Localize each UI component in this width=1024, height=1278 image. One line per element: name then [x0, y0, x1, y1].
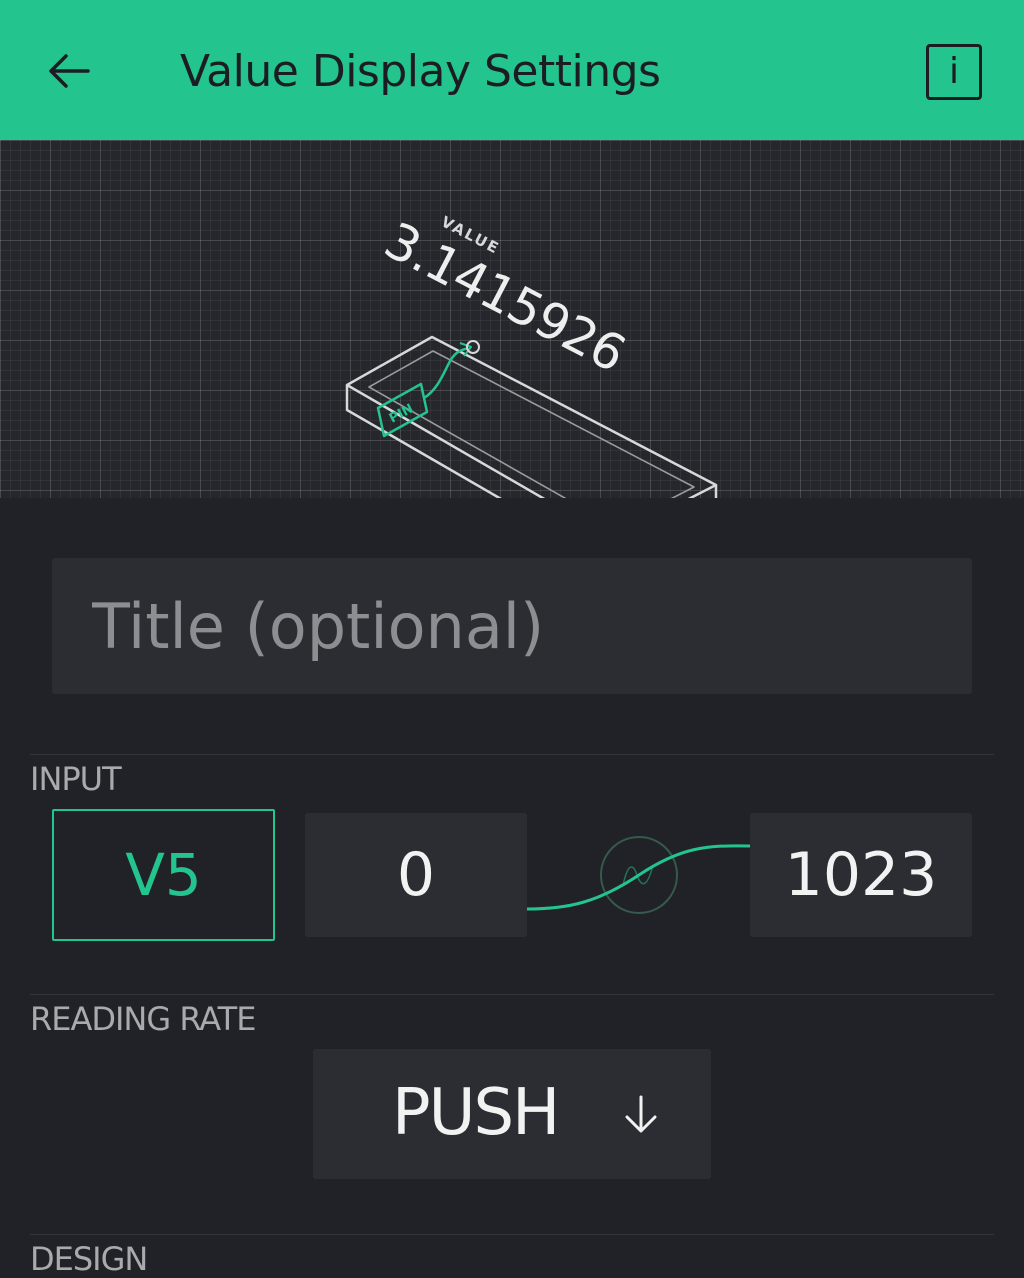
mapping-curve — [527, 844, 751, 911]
min-value-field[interactable] — [305, 813, 527, 953]
app-bar: Value Display Settings i — [0, 0, 1024, 140]
widget-illustration: VALUE 3.1415926 PIN — [0, 140, 1024, 498]
widget-value: 3.1415926 — [375, 211, 634, 383]
value-mapping-graphic — [527, 836, 751, 914]
arrow-left-icon — [49, 54, 90, 88]
pin-wire — [423, 346, 469, 400]
min-value-input[interactable] — [305, 813, 527, 953]
section-label-design: DESIGN — [30, 1240, 148, 1278]
pin-selector-button[interactable]: V5 — [52, 809, 275, 941]
reading-rate-value: PUSH — [392, 1076, 560, 1150]
arrow-down-icon — [625, 1095, 657, 1133]
info-icon: i — [948, 51, 959, 92]
max-value-input[interactable] — [750, 813, 972, 953]
divider — [30, 754, 994, 755]
back-button[interactable] — [40, 44, 100, 100]
page-title: Value Display Settings — [180, 46, 661, 97]
value-display-illustration: VALUE 3.1415926 PIN — [345, 211, 718, 498]
max-value-field[interactable] — [750, 813, 972, 953]
reading-rate-dropdown[interactable]: PUSH — [313, 1049, 711, 1179]
title-input[interactable] — [52, 558, 972, 694]
divider — [30, 994, 994, 995]
info-button[interactable]: i — [926, 44, 982, 100]
section-label-reading-rate: READING RATE — [30, 1000, 256, 1038]
section-label-input: INPUT — [30, 760, 122, 798]
divider — [30, 1234, 994, 1235]
